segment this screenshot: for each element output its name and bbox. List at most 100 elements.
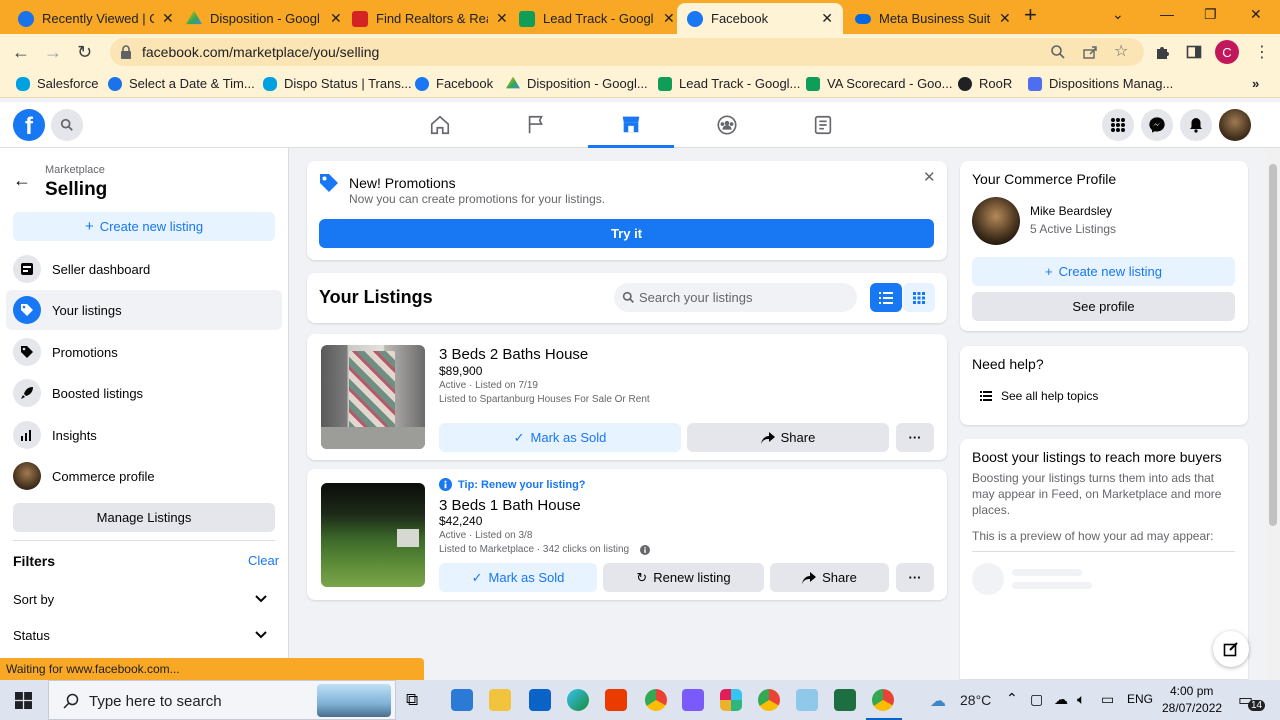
clock-time[interactable]: 4:00 pm [1170, 684, 1213, 698]
sidebar-item-insights[interactable]: Insights [6, 415, 282, 455]
minimize-button[interactable]: — [1160, 6, 1174, 22]
zoom-icon[interactable] [1050, 44, 1066, 60]
sidebar-item-boosted-listings[interactable]: Boosted listings [6, 373, 282, 413]
bookmark-facebook[interactable]: Facebook [415, 76, 493, 91]
renew-listing-button[interactable]: ↻ Renew listing [603, 563, 764, 592]
listing-thumbnail[interactable] [321, 345, 425, 449]
list-view-button[interactable] [870, 283, 902, 312]
create-new-listing-button[interactable]: + Create new listing [972, 257, 1235, 286]
scrollbar-thumb[interactable] [1269, 164, 1277, 526]
volume-icon[interactable]: 🔈︎ [1077, 691, 1085, 708]
close-icon[interactable]: ✕ [162, 10, 174, 27]
page-scrollbar[interactable] [1266, 148, 1280, 680]
profile-avatar[interactable]: C [1215, 40, 1239, 64]
info-icon[interactable] [640, 545, 650, 555]
taskbar-search-box[interactable]: Type here to search [48, 680, 396, 720]
side-panel-icon[interactable] [1186, 44, 1202, 60]
facebook-logo-icon[interactable]: f [13, 109, 45, 141]
close-icon[interactable]: ✕ [663, 10, 675, 27]
nav-marketplace[interactable] [588, 102, 674, 148]
mark-as-sold-button[interactable]: ✓ Mark as Sold [439, 423, 681, 452]
more-bookmarks-icon[interactable]: » [1252, 76, 1259, 91]
language-indicator[interactable]: ENG [1127, 692, 1153, 706]
window-close-button[interactable]: ✕ [1250, 6, 1262, 23]
manage-listings-button[interactable]: Manage Listings [13, 503, 275, 532]
listing-thumbnail[interactable] [321, 483, 425, 587]
close-icon[interactable]: ✕ [821, 10, 833, 27]
notifications-button[interactable] [1180, 109, 1212, 141]
restore-button[interactable]: ❐ [1204, 6, 1217, 23]
back-arrow-icon[interactable]: ← [13, 170, 31, 191]
windows-start-icon[interactable] [15, 692, 32, 709]
excel-icon[interactable] [834, 689, 856, 711]
office-icon[interactable] [605, 689, 627, 711]
chrome-icon[interactable] [872, 689, 894, 711]
bookmark-roor[interactable]: RooR [958, 76, 1012, 91]
search-listings-input[interactable]: Search your listings [614, 283, 857, 312]
bookmark-select-date[interactable]: Select a Date & Tim... [108, 76, 255, 91]
see-profile-button[interactable]: See profile [972, 292, 1235, 321]
nav-gaming[interactable] [780, 102, 866, 148]
menu-button[interactable] [1102, 109, 1134, 141]
browser-tab-meta-business[interactable]: Meta Business Suite ✕ [845, 3, 1021, 34]
extensions-icon[interactable] [1154, 44, 1170, 60]
bookmark-lead-track[interactable]: Lead Track - Googl... [658, 76, 800, 91]
browser-tab-disposition[interactable]: Disposition - Googl ✕ [176, 3, 352, 34]
bookmark-salesforce[interactable]: Salesforce [16, 76, 98, 91]
back-arrow-icon[interactable]: ← [12, 42, 30, 63]
close-icon[interactable]: ✕ [923, 168, 936, 186]
listing-title[interactable]: 3 Beds 1 Bath House [439, 497, 581, 514]
browser-tab-lead-track[interactable]: Lead Track - Googl ✕ [509, 3, 685, 34]
onedrive-icon[interactable]: ☁ [1054, 691, 1068, 708]
breadcrumb[interactable]: Marketplace [45, 164, 105, 176]
more-options-button[interactable]: ··· [896, 423, 934, 452]
edge-icon[interactable] [567, 689, 589, 711]
slack-icon[interactable] [720, 689, 742, 711]
address-bar[interactable]: facebook.com/marketplace/you/selling ☆ [110, 38, 1144, 66]
network-icon[interactable]: ▭ [1101, 691, 1114, 708]
share-button[interactable]: Share [687, 423, 889, 452]
create-new-listing-button[interactable]: + Create new listing [13, 212, 275, 241]
help-topics-link[interactable]: See all help topics [1001, 389, 1098, 403]
share-page-icon[interactable] [1082, 44, 1098, 60]
messenger-button[interactable] [1141, 109, 1173, 141]
sidebar-item-your-listings[interactable]: Your listings [6, 290, 282, 330]
bookmark-dispositions-manager[interactable]: Dispositions Manag... [1028, 76, 1173, 91]
reload-icon[interactable]: ↻ [77, 42, 92, 63]
clear-filters-link[interactable]: Clear [248, 553, 279, 568]
tab-search-icon[interactable]: ⌄ [1112, 6, 1124, 23]
mail-icon[interactable] [529, 689, 551, 711]
grid-view-button[interactable] [903, 283, 935, 312]
bookmark-va-scorecard[interactable]: VA Scorecard - Goo... [806, 76, 952, 91]
bookmark-star-icon[interactable]: ☆ [1114, 41, 1128, 61]
bookmark-disposition[interactable]: Disposition - Googl... [506, 76, 648, 91]
close-icon[interactable]: ✕ [999, 10, 1011, 27]
search-button[interactable] [51, 109, 83, 141]
nav-home[interactable] [397, 102, 483, 148]
chevron-up-icon[interactable]: ⌃ [1006, 690, 1018, 707]
nav-groups[interactable] [684, 102, 770, 148]
task-view-icon[interactable]: ⧉ [406, 690, 418, 710]
browser-tab-facebook[interactable]: Facebook ✕ [677, 3, 843, 34]
status-dropdown[interactable]: Status [13, 622, 275, 650]
sidebar-item-commerce-profile[interactable]: Commerce profile [6, 456, 282, 496]
sort-by-dropdown[interactable]: Sort by [13, 586, 275, 614]
temperature[interactable]: 28°C [960, 692, 991, 708]
chrome-icon[interactable] [758, 689, 780, 711]
chrome-icon[interactable] [645, 689, 667, 711]
meet-now-icon[interactable]: ▢ [1030, 691, 1043, 708]
app-icon[interactable] [796, 689, 818, 711]
menu-kebab-icon[interactable]: ⋮ [1254, 42, 1270, 62]
clock-date[interactable]: 28/07/2022 [1162, 701, 1222, 715]
new-tab-button[interactable]: + [1024, 2, 1037, 28]
weather-icon[interactable]: ☁ [930, 691, 946, 711]
browser-tab-recently-viewed[interactable]: Recently Viewed | C ✕ [8, 3, 184, 34]
file-explorer-icon[interactable] [489, 689, 511, 711]
more-options-button[interactable]: ··· [896, 563, 934, 592]
profile-name[interactable]: Mike Beardsley [1030, 204, 1112, 218]
mark-as-sold-button[interactable]: ✓ Mark as Sold [439, 563, 597, 592]
microsoft-store-icon[interactable] [451, 689, 473, 711]
account-avatar[interactable] [1219, 109, 1251, 141]
close-icon[interactable]: ✕ [496, 10, 508, 27]
avatar[interactable] [972, 197, 1020, 245]
